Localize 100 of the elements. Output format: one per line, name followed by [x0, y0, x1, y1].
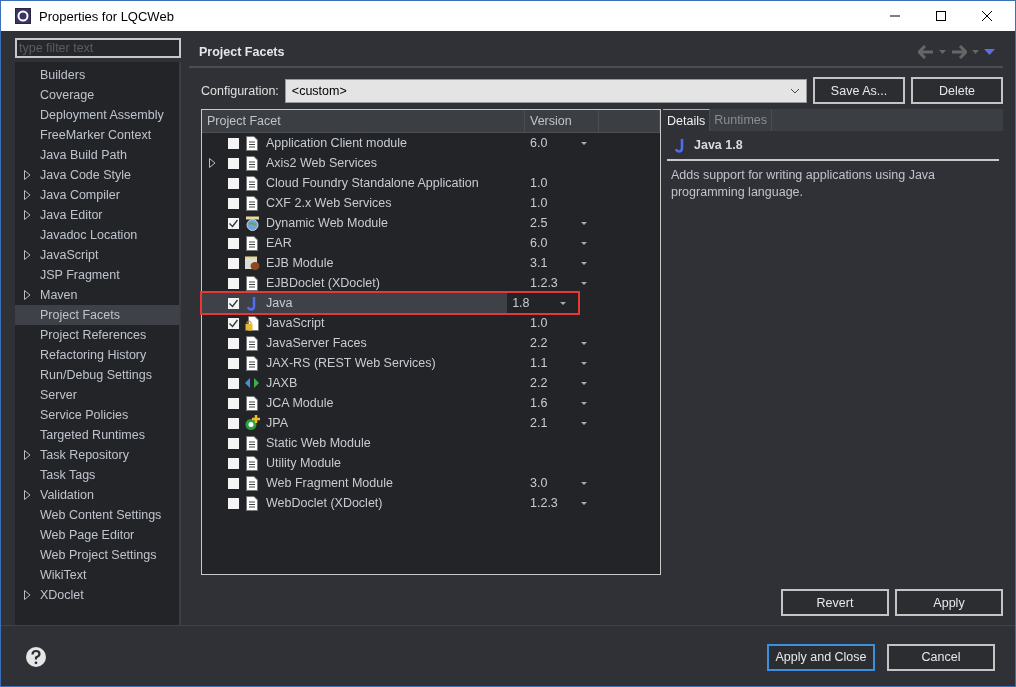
- category-item[interactable]: JSP Fragment: [15, 265, 179, 285]
- dropdown-caret-icon[interactable]: [581, 281, 587, 285]
- view-menu-icon[interactable]: [984, 49, 995, 55]
- dropdown-caret-icon[interactable]: [581, 341, 587, 345]
- category-item[interactable]: Server: [15, 385, 179, 405]
- facet-row[interactable]: EJB Module 3.1: [202, 253, 660, 273]
- category-item[interactable]: Deployment Assembly: [15, 105, 179, 125]
- help-icon[interactable]: [25, 646, 47, 668]
- dropdown-caret-icon[interactable]: [581, 141, 587, 145]
- column-header[interactable]: Project Facet: [202, 110, 525, 132]
- checkbox[interactable]: [228, 217, 239, 229]
- page-button[interactable]: Apply: [895, 589, 1003, 616]
- chevron-down-icon[interactable]: [790, 87, 800, 94]
- dropdown-caret-icon[interactable]: [581, 261, 587, 265]
- expand-icon[interactable]: [24, 290, 31, 300]
- facet-row[interactable]: EJBDoclet (XDoclet) 1.2.3: [202, 273, 660, 293]
- category-item[interactable]: Builders: [15, 65, 179, 85]
- expand-icon[interactable]: [24, 190, 31, 200]
- checkbox[interactable]: [228, 457, 239, 469]
- dialog-button[interactable]: Cancel: [887, 643, 995, 671]
- expand-icon[interactable]: [24, 210, 31, 220]
- category-item[interactable]: Task Repository: [15, 445, 179, 465]
- checkbox[interactable]: [228, 197, 239, 209]
- category-item[interactable]: WikiText: [15, 565, 179, 585]
- close-icon[interactable]: [981, 10, 993, 22]
- facet-row[interactable]: JAX-RS (REST Web Services) 1.1: [202, 353, 660, 373]
- facet-row[interactable]: Utility Module: [202, 453, 660, 473]
- checkbox[interactable]: [228, 357, 239, 369]
- category-item[interactable]: Java Code Style: [15, 165, 179, 185]
- dropdown-caret-icon[interactable]: [581, 381, 587, 385]
- category-item[interactable]: Task Tags: [15, 465, 179, 485]
- configuration-button[interactable]: Delete: [911, 77, 1003, 104]
- checkbox[interactable]: [228, 137, 239, 149]
- facet-row[interactable]: JCA Module 1.6: [202, 393, 660, 413]
- facet-row[interactable]: Cloud Foundry Standalone Application 1.0: [202, 173, 660, 193]
- dropdown-caret-icon[interactable]: [581, 421, 587, 425]
- checkbox[interactable]: [228, 377, 239, 389]
- category-item[interactable]: JavaScript: [15, 245, 179, 265]
- dropdown-caret-icon[interactable]: [581, 401, 587, 405]
- category-item[interactable]: Validation: [15, 485, 179, 505]
- facet-row[interactable]: Axis2 Web Services: [202, 153, 660, 173]
- expand-icon[interactable]: [24, 490, 31, 500]
- checkbox[interactable]: [228, 317, 239, 329]
- category-item[interactable]: Java Build Path: [15, 145, 179, 165]
- category-item[interactable]: Run/Debug Settings: [15, 365, 179, 385]
- category-item[interactable]: Web Project Settings: [15, 545, 179, 565]
- expand-icon[interactable]: [24, 170, 31, 180]
- facet-row[interactable]: Web Fragment Module 3.0: [202, 473, 660, 493]
- category-item[interactable]: Service Policies: [15, 405, 179, 425]
- expand-icon[interactable]: [24, 250, 31, 260]
- configuration-button[interactable]: Save As...: [813, 77, 905, 104]
- checkbox[interactable]: [228, 297, 239, 309]
- dropdown-caret-icon[interactable]: [581, 481, 587, 485]
- checkbox[interactable]: [228, 257, 239, 269]
- dropdown-caret-icon[interactable]: [560, 301, 566, 305]
- checkbox[interactable]: [228, 157, 239, 169]
- column-header[interactable]: Version: [525, 110, 599, 132]
- checkbox[interactable]: [228, 477, 239, 489]
- facet-row[interactable]: Application Client module 6.0: [202, 133, 660, 153]
- category-item[interactable]: Web Page Editor: [15, 525, 179, 545]
- details-tab[interactable]: Details: [663, 109, 711, 131]
- category-item[interactable]: Coverage: [15, 85, 179, 105]
- category-item[interactable]: Web Content Settings: [15, 505, 179, 525]
- checkbox[interactable]: [228, 277, 239, 289]
- category-item[interactable]: Project Facets: [15, 305, 179, 325]
- dropdown-caret-icon[interactable]: [581, 361, 587, 365]
- filter-field[interactable]: type filter text: [15, 38, 181, 58]
- checkbox[interactable]: [228, 437, 239, 449]
- page-button[interactable]: Revert: [781, 589, 889, 616]
- dialog-button[interactable]: Apply and Close: [767, 643, 875, 671]
- expand-icon[interactable]: [24, 450, 31, 460]
- dropdown-caret-icon[interactable]: [581, 221, 587, 225]
- checkbox[interactable]: [228, 177, 239, 189]
- checkbox[interactable]: [228, 337, 239, 349]
- facet-row[interactable]: WebDoclet (XDoclet) 1.2.3: [202, 493, 660, 513]
- facet-row[interactable]: EAR 6.0: [202, 233, 660, 253]
- checkbox[interactable]: [228, 497, 239, 509]
- facet-row[interactable]: JavaServer Faces 2.2: [202, 333, 660, 353]
- facet-row[interactable]: CXF 2.x Web Services 1.0: [202, 193, 660, 213]
- facet-row[interactable]: JPA 2.1: [202, 413, 660, 433]
- facet-row[interactable]: JAXB 2.2: [202, 373, 660, 393]
- dropdown-caret-icon[interactable]: [581, 241, 587, 245]
- category-item[interactable]: Maven: [15, 285, 179, 305]
- checkbox[interactable]: [228, 397, 239, 409]
- category-item[interactable]: FreeMarker Context: [15, 125, 179, 145]
- category-item[interactable]: Javadoc Location: [15, 225, 179, 245]
- category-item[interactable]: XDoclet: [15, 585, 179, 605]
- checkbox[interactable]: [228, 237, 239, 249]
- facet-row[interactable]: JavaScript 1.0: [202, 313, 660, 333]
- facet-row[interactable]: Static Web Module: [202, 433, 660, 453]
- category-item[interactable]: Refactoring History: [15, 345, 179, 365]
- checkbox[interactable]: [228, 417, 239, 429]
- category-item[interactable]: Java Editor: [15, 205, 179, 225]
- facet-row[interactable]: Dynamic Web Module 2.5: [202, 213, 660, 233]
- category-item[interactable]: Java Compiler: [15, 185, 179, 205]
- expand-icon[interactable]: [208, 158, 216, 168]
- category-item[interactable]: Project References: [15, 325, 179, 345]
- category-item[interactable]: Targeted Runtimes: [15, 425, 179, 445]
- dropdown-caret-icon[interactable]: [581, 501, 587, 505]
- maximize-icon[interactable]: [935, 10, 947, 22]
